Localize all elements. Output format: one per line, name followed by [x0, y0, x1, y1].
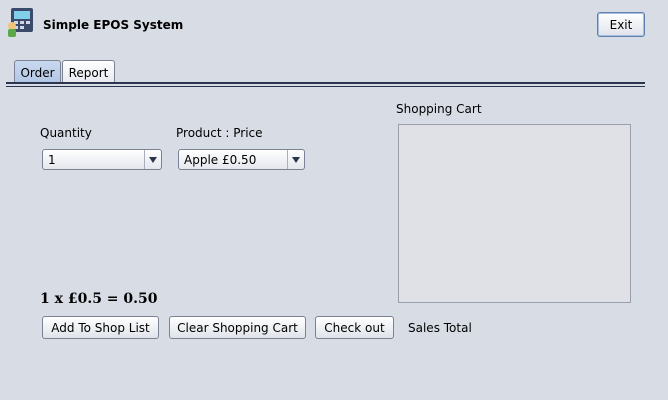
check-out-button[interactable]: Check out — [315, 316, 394, 339]
app-title: Simple EPOS System — [43, 18, 184, 32]
tab-report[interactable]: Report — [62, 60, 115, 84]
tab-divider — [6, 82, 645, 84]
line-calculation: 1 x £0.5 = 0.50 — [40, 291, 158, 307]
app-icon — [5, 6, 37, 38]
product-price-label: Product : Price — [176, 126, 263, 140]
quantity-value: 1 — [48, 153, 56, 167]
add-to-shop-list-button[interactable]: Add To Shop List — [42, 316, 159, 339]
exit-button[interactable]: Exit — [597, 12, 645, 37]
sales-total-label: Sales Total — [408, 321, 472, 335]
quantity-label: Quantity — [40, 126, 92, 140]
product-value: Apple £0.50 — [184, 153, 257, 167]
shopping-cart-label: Shopping Cart — [396, 102, 482, 116]
chevron-down-icon[interactable] — [287, 150, 304, 169]
tab-order[interactable]: Order — [14, 60, 61, 84]
quantity-dropdown[interactable]: 1 — [42, 149, 162, 170]
product-dropdown[interactable]: Apple £0.50 — [178, 149, 305, 170]
chevron-down-icon[interactable] — [144, 150, 161, 169]
clear-shopping-cart-button[interactable]: Clear Shopping Cart — [169, 316, 306, 339]
tab-divider-lower — [6, 86, 645, 87]
shopping-cart-list[interactable] — [398, 124, 631, 303]
